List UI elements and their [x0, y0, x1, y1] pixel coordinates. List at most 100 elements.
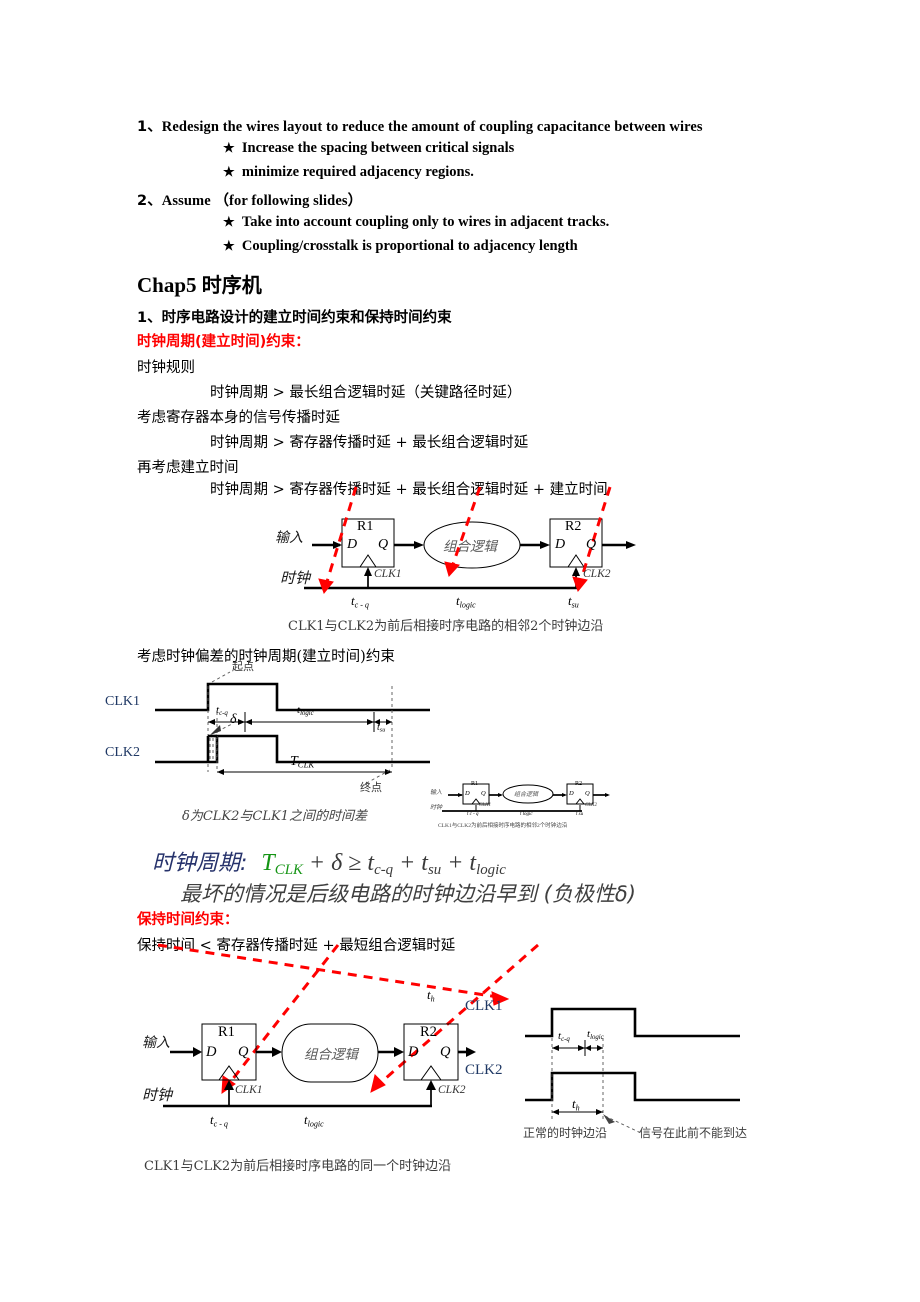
- top-item-2-bullet-1: ★ Coupling/crosstalk is proportional to …: [223, 238, 578, 255]
- setup-line-5: 时钟周期 > 寄存器传播时延 + 最长组合逻辑时延 + 建立时间: [210, 482, 608, 498]
- inset-reg2-d: D: [569, 790, 574, 797]
- inset-reg1-label: R1: [471, 781, 479, 787]
- waveform1-caption: δ为CLK2与CLK1之间的时间差: [182, 809, 367, 824]
- circuit2-th-label: th: [427, 987, 435, 1004]
- inset-caption: CLK1与CLK2为前后相接时序电路的相邻2个时钟边沿: [438, 823, 568, 829]
- circuit2-input-label: 输入: [142, 1035, 170, 1051]
- circuit1-reg1-q: Q: [378, 537, 389, 552]
- waveform2-tlogic-label: tlogic: [587, 1028, 604, 1041]
- circuit-diagram-setup: 输入 时钟 R1 D Q R2 D Q 组合逻辑 CLK1 CLK2 tc - …: [275, 486, 680, 632]
- waveform1-start-point: 起点: [232, 661, 254, 673]
- top-item-1-text: Redesign the wires layout to reduce the …: [161, 119, 703, 135]
- circuit2-caption: CLK1与CLK2为前后相接时序电路的同一个时钟边沿: [144, 1159, 452, 1174]
- circuit1-reg2-d: D: [555, 537, 566, 552]
- waveform1-end-point: 终点: [360, 782, 382, 794]
- circuit2-clock-label: 时钟: [142, 1086, 173, 1104]
- chapter-name: 时序机: [201, 273, 262, 297]
- inset-clk1-label: CLK1: [479, 803, 491, 808]
- formula-tclk: TCLK: [261, 850, 303, 879]
- circuit2-clk1-label: CLK1: [235, 1084, 263, 1096]
- formula-rest: + δ ≥ tc-q + tsu + tlogic: [302, 850, 506, 879]
- circuit1-reg1-label: R1: [357, 519, 374, 534]
- circuit1-tcq-label: tc - q: [351, 593, 369, 610]
- inset-clk2-label: CLK2: [585, 803, 597, 808]
- bullet-text: minimize required adjacency regions.: [241, 164, 474, 180]
- inset-tcq-label: t c - q: [467, 812, 479, 817]
- circuit1-input-label: 输入: [275, 530, 303, 546]
- top-item-2-text: Assume （for following slides）: [161, 193, 363, 209]
- circuit1-reg2-label: R2: [565, 519, 582, 534]
- clock-period-formula: 时钟周期: TCLK + δ ≥ tc-q + tsu + tlogic: [152, 845, 506, 879]
- circuit2-tlogic-label: tlogic: [304, 1112, 324, 1129]
- star-icon: ★: [223, 238, 235, 253]
- bullet-text: Coupling/crosstalk is proportional to ad…: [241, 238, 578, 254]
- page-title: Chap5 时序机: [137, 269, 262, 298]
- document-page: 1、Redesign the wires layout to reduce th…: [0, 0, 920, 1302]
- inset-tsu-label: t su: [576, 812, 584, 817]
- setup-line-1: 时钟周期 > 最长组合逻辑时延（关键路径时延）: [210, 385, 522, 401]
- circuit1-tlogic-label: tlogic: [456, 593, 476, 610]
- circuit2-clk2-label: CLK2: [438, 1084, 466, 1096]
- circuit1-logic-label: 组合逻辑: [443, 539, 497, 555]
- circuit2-reg2-d: D: [408, 1044, 419, 1060]
- inset-reg2-q: Q: [585, 790, 590, 797]
- inset-input-label: 输入: [430, 790, 443, 796]
- setup-line-0: 时钟规则: [137, 360, 195, 376]
- circuit1-clk1-label: CLK1: [374, 568, 402, 580]
- waveform1-clk2-label: CLK2: [105, 745, 140, 760]
- circuit1-caption: CLK1与CLK2为前后相接时序电路的相邻2个时钟边沿: [288, 619, 604, 634]
- waveform1-tlogic-label: tlogic: [297, 704, 314, 717]
- waveform-setup: CLK1 CLK2 起点 终点 tc-q tlogic tsu TCLK δ: [105, 661, 450, 794]
- waveform1-delta-label: δ: [230, 712, 237, 727]
- circuit2-tcq-label: tc - q: [210, 1112, 228, 1129]
- circuit2-reg1-label: R1: [218, 1024, 235, 1040]
- star-icon: ★: [223, 214, 235, 229]
- waveform2-clk2-label: CLK2: [465, 1062, 503, 1078]
- circuit1-clock-label: 时钟: [280, 569, 311, 587]
- waveform-2-svg: [525, 1007, 740, 1135]
- waveform1-tclk-label: TCLK: [290, 754, 315, 770]
- waveform2-clk1-label: CLK1: [465, 998, 503, 1014]
- inset-tlogic-label: t logic: [520, 812, 533, 817]
- inset-reg1-q: Q: [481, 790, 486, 797]
- setup-line-4: 再考虑建立时间: [137, 460, 239, 476]
- hold-red-heading: 保持时间约束：: [137, 912, 239, 928]
- circuit1-reg2-q: Q: [586, 537, 597, 552]
- circuit2-logic-label: 组合逻辑: [304, 1047, 358, 1063]
- skew-heading: 考虑时钟偏差的时钟周期(建立时间)约束: [137, 649, 395, 665]
- circuit1-reg1-d: D: [347, 537, 358, 552]
- inset-logic-label: 组合逻辑: [514, 791, 539, 798]
- waveform2-note-right: 信号在此前不能到达: [639, 1126, 748, 1140]
- formula-label: 时钟周期:: [152, 851, 248, 876]
- circuit2-reg1-d: D: [206, 1044, 217, 1060]
- top-item-2: 2、Assume （for following slides）: [137, 189, 362, 210]
- setup-red-heading: 时钟周期(建立时间)约束：: [137, 334, 310, 350]
- top-item-2-number: 2、: [137, 193, 162, 209]
- top-item-1: 1、Redesign the wires layout to reduce th…: [137, 115, 703, 136]
- inset-reg1-d: D: [465, 790, 470, 797]
- waveform1-tsu-label: tsu: [377, 722, 386, 734]
- star-icon: ★: [223, 164, 235, 179]
- setup-heading: 1、时序电路设计的建立时间约束和保持时间约束: [137, 310, 452, 326]
- waveform2-tcq-label: tc-q: [558, 1030, 570, 1043]
- waveform2-th-label: th: [572, 1096, 580, 1113]
- top-item-1-number: 1、: [137, 119, 162, 135]
- inset-clock-label: 时钟: [430, 805, 443, 811]
- circuit1-tsu-label: tsu: [568, 593, 579, 610]
- waveform1-tcq-label: tc-q: [216, 704, 228, 717]
- top-item-1-bullet-1: ★ minimize required adjacency regions.: [223, 164, 474, 181]
- circuit2-reg1-q: Q: [238, 1044, 249, 1060]
- waveform-hold: CLK1 CLK2 tc-q tlogic th 正常的时钟边沿 信号在此前不能…: [465, 998, 775, 1140]
- circuit1-clk2-label: CLK2: [583, 568, 611, 580]
- waveform2-note-left: 正常的时钟边沿: [523, 1126, 608, 1140]
- inset-circuit-diagram: R1 R2 D Q D Q 组合逻辑 输入 时钟 CLK1 CLK2 t c -…: [430, 778, 615, 830]
- bullet-text: Take into account coupling only to wires…: [241, 214, 610, 230]
- bullet-text: Increase the spacing between critical si…: [241, 140, 515, 156]
- formula-note: 最坏的情况是后级电路的时钟边沿早到 (负极性δ): [180, 882, 636, 906]
- chapter-prefix: Chap5: [137, 273, 197, 297]
- circuit-diagram-hold: 输入 时钟 R1 D Q R2 D Q 组合逻辑 CLK1 CLK2 tc - …: [142, 987, 480, 1140]
- setup-line-2: 考虑寄存器本身的信号传播时延: [137, 410, 340, 426]
- waveform1-clk1-label: CLK1: [105, 694, 140, 709]
- circuit-1-svg: [304, 486, 636, 595]
- circuit2-reg2-q: Q: [440, 1044, 451, 1060]
